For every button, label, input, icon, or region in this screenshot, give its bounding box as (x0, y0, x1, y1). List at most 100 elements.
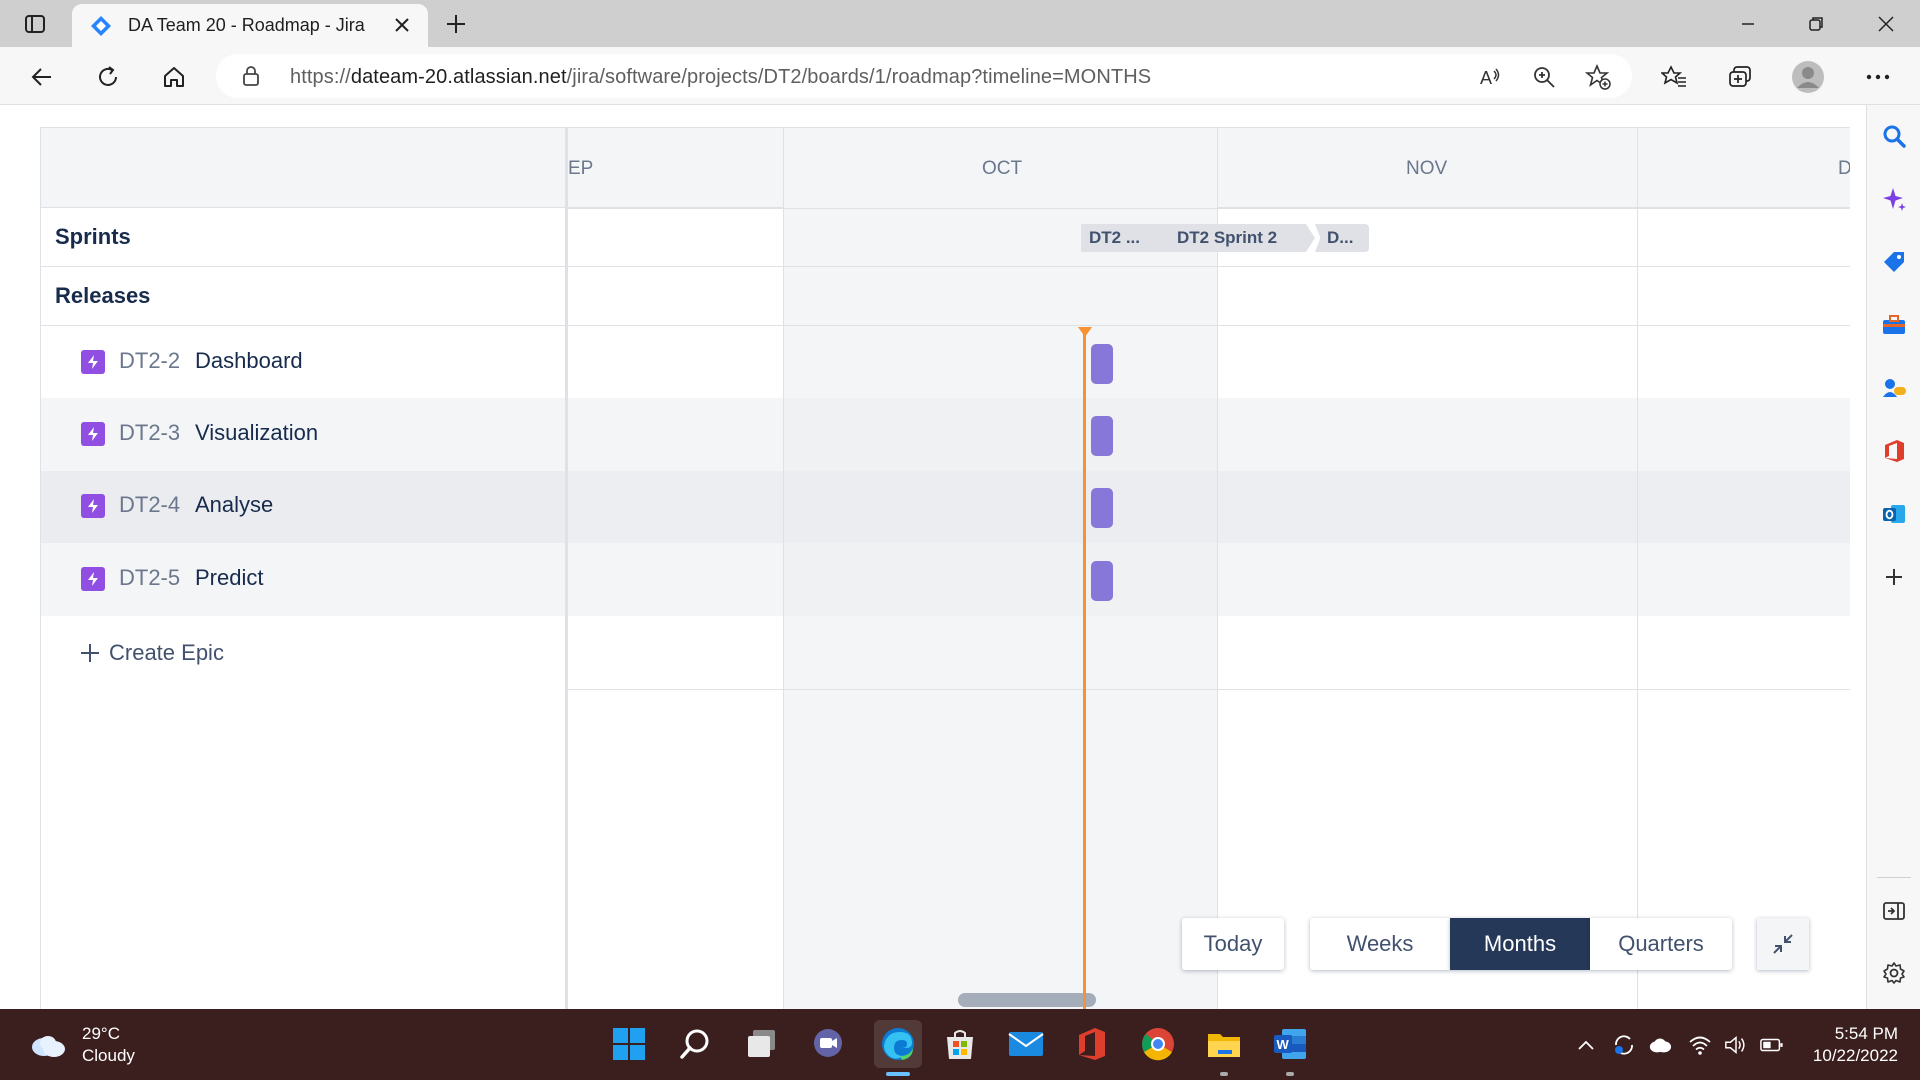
mail-icon[interactable] (1006, 1024, 1046, 1064)
epic-bar[interactable] (1091, 344, 1113, 384)
collapse-fullscreen-button[interactable] (1757, 918, 1809, 970)
running-app-indicator (1286, 1072, 1294, 1076)
clock-time: 5:54 PM (1834, 1024, 1898, 1043)
hide-sidebar-icon[interactable] (1880, 897, 1908, 925)
games-icon[interactable] (1880, 374, 1908, 402)
browser-tab-active[interactable]: DA Team 20 - Roadmap - Jira (72, 4, 428, 47)
divider (1877, 877, 1911, 878)
url-text[interactable]: https://dateam-20.atlassian.net/jira/sof… (290, 66, 1151, 89)
tools-briefcase-icon[interactable] (1880, 311, 1908, 339)
roadmap-timeline: EP OCT NOV D Sprints Releases DT2-2 Dash… (40, 127, 1850, 1009)
sync-icon[interactable] (1612, 1033, 1636, 1057)
edge-browser-icon[interactable] (874, 1020, 922, 1068)
windows-taskbar: 29°C Cloudy W 5:54 PM 10/22/2022 (0, 1009, 1920, 1080)
file-explorer-icon[interactable] (1204, 1024, 1244, 1064)
shopping-tag-icon[interactable] (1880, 248, 1908, 276)
browser-tab-strip: DA Team 20 - Roadmap - Jira (0, 0, 1920, 47)
roadmap-left-panel (41, 128, 567, 1009)
office-app-icon[interactable] (1072, 1024, 1112, 1064)
read-aloud-icon[interactable]: A (1476, 63, 1504, 91)
outlook-icon[interactable] (1880, 500, 1908, 528)
jira-favicon-icon (88, 13, 114, 39)
quarters-button[interactable]: Quarters (1590, 918, 1732, 970)
profile-avatar-icon[interactable] (1790, 59, 1826, 95)
month-column-oct: OCT (783, 128, 1022, 1009)
weeks-label: Weeks (1346, 931, 1414, 956)
minimize-button[interactable] (1720, 0, 1776, 47)
zoom-icon[interactable] (1530, 63, 1558, 91)
settings-gear-icon[interactable] (1880, 959, 1908, 987)
sprint-chip[interactable]: D... (1315, 224, 1369, 252)
collections-icon[interactable] (1722, 59, 1758, 95)
close-tab-icon[interactable] (390, 13, 414, 37)
month-column-dec: D (1637, 128, 1850, 1009)
word-icon[interactable]: W (1270, 1024, 1310, 1064)
active-app-indicator (886, 1072, 910, 1076)
volume-icon[interactable] (1724, 1033, 1748, 1057)
weeks-button[interactable]: Weeks (1310, 918, 1450, 970)
url-host: dateam-20.atlassian.net (350, 66, 567, 88)
battery-icon[interactable] (1760, 1033, 1784, 1057)
wifi-icon[interactable] (1688, 1033, 1712, 1057)
lock-icon[interactable] (240, 65, 262, 87)
horizontal-scrollbar[interactable] (958, 993, 1096, 1007)
today-button[interactable]: Today (1182, 918, 1284, 970)
microsoft-store-icon[interactable] (940, 1024, 980, 1064)
restore-button[interactable] (1788, 0, 1844, 47)
svg-text:A: A (1480, 68, 1492, 88)
today-line (1083, 328, 1086, 1009)
month-label: D (1838, 158, 1850, 180)
start-windows-icon[interactable] (609, 1024, 649, 1064)
sprint-chip[interactable]: DT2 Sprint 2 (1163, 224, 1315, 252)
today-marker (1078, 327, 1092, 337)
task-view-icon[interactable] (742, 1024, 782, 1064)
address-bar[interactable]: https://dateam-20.atlassian.net/jira/sof… (216, 54, 1632, 98)
chrome-icon[interactable] (1138, 1024, 1178, 1064)
today-label: Today (1203, 931, 1263, 956)
month-column-sep: EP (567, 128, 593, 1009)
epic-bar[interactable] (1091, 488, 1113, 528)
favorites-icon[interactable] (1656, 59, 1692, 95)
running-app-indicator (1220, 1072, 1228, 1076)
back-arrow-icon[interactable] (24, 59, 60, 95)
weather-condition: Cloudy (82, 1046, 135, 1065)
month-column-nov: NOV (1217, 128, 1447, 1009)
months-button[interactable]: Months (1450, 918, 1590, 970)
epic-bar[interactable] (1091, 561, 1113, 601)
month-label: EP (568, 158, 594, 179)
browser-toolbar: https://dateam-20.atlassian.net/jira/sof… (0, 47, 1920, 105)
temperature: 29°C (82, 1024, 120, 1043)
discover-sparkle-icon[interactable] (1880, 185, 1908, 213)
minimize-arrows-icon (1773, 934, 1793, 954)
search-icon[interactable] (1880, 122, 1908, 150)
weather-widget[interactable]: 29°C Cloudy (28, 1023, 135, 1067)
sprint-label: DT2 Sprint 2 (1177, 228, 1278, 247)
add-sidebar-app-icon[interactable] (1880, 563, 1908, 591)
epic-bar[interactable] (1091, 416, 1113, 456)
cloud-icon (32, 1036, 65, 1057)
edge-sidebar (1866, 105, 1920, 1009)
tab-title: DA Team 20 - Roadmap - Jira (128, 15, 365, 35)
month-label: OCT (982, 158, 1023, 179)
system-clock[interactable]: 5:54 PM 10/22/2022 (1813, 1023, 1898, 1067)
office-icon[interactable] (1880, 437, 1908, 465)
tab-actions-icon[interactable] (14, 9, 56, 39)
clock-date: 10/22/2022 (1812, 1046, 1898, 1065)
close-window-button[interactable] (1858, 0, 1914, 47)
chevron-up-icon[interactable] (1574, 1033, 1598, 1057)
teams-chat-icon[interactable] (808, 1024, 848, 1064)
home-icon[interactable] (156, 59, 192, 95)
more-options-icon[interactable] (1860, 59, 1896, 95)
month-label: NOV (1406, 158, 1448, 179)
svg-text:W: W (1277, 1037, 1290, 1052)
url-prefix: https:// (290, 66, 351, 88)
quarters-label: Quarters (1618, 931, 1704, 956)
add-favorite-icon[interactable] (1584, 63, 1612, 91)
search-icon[interactable] (676, 1024, 716, 1064)
sprint-label: DT2 ... (1089, 228, 1141, 247)
url-path: /jira/software/projects/DT2/boards/1/roa… (566, 66, 1152, 88)
new-tab-button[interactable] (440, 8, 472, 40)
refresh-icon[interactable] (90, 59, 126, 95)
months-label: Months (1483, 931, 1557, 956)
onedrive-cloud-icon[interactable] (1648, 1033, 1672, 1057)
